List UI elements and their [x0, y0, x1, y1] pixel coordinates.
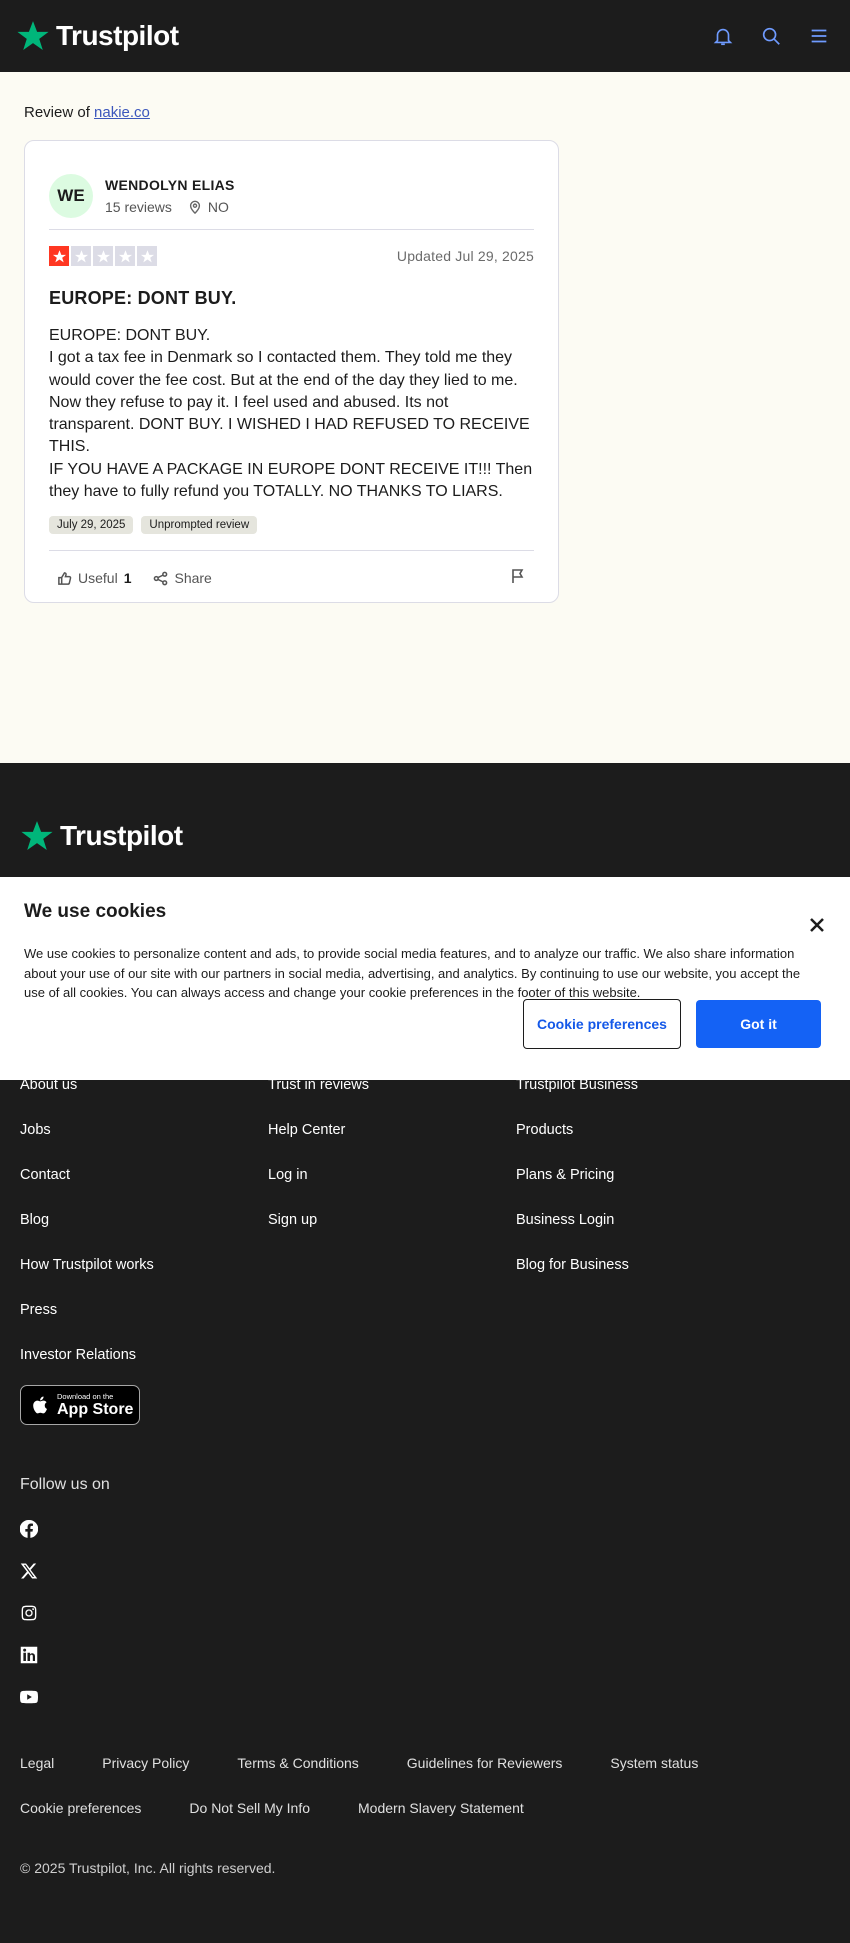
- cookie-banner: We use cookies We use cookies to persona…: [0, 877, 850, 1080]
- appstore-big-text: App Store: [57, 1401, 134, 1418]
- share-icon: [154, 571, 168, 586]
- avatar[interactable]: WE: [49, 173, 93, 218]
- company-link[interactable]: nakie.co: [94, 104, 150, 121]
- cookie-title: We use cookies: [24, 901, 167, 922]
- footer-brand-name: Trustpilot: [60, 820, 183, 851]
- brand-name: Trustpilot: [56, 20, 179, 51]
- footer-link[interactable]: Trustpilot Business: [516, 1075, 638, 1120]
- share-button[interactable]: Share: [153, 570, 212, 587]
- footer-link[interactable]: Investor Relations: [20, 1345, 154, 1390]
- share-label: Share: [174, 570, 212, 587]
- date-tag: July 29, 2025: [49, 516, 134, 535]
- reviewer-name[interactable]: WENDOLYN ELIAS: [105, 177, 235, 193]
- legal-link[interactable]: Cookie preferences: [20, 1800, 141, 1819]
- youtube-icon[interactable]: [20, 1688, 38, 1706]
- legal-link[interactable]: Terms & Conditions: [237, 1755, 358, 1774]
- footer-link[interactable]: How Trustpilot works: [20, 1255, 154, 1300]
- reviewer-review-count: 15 reviews: [105, 198, 172, 215]
- footer-link[interactable]: About us: [20, 1075, 154, 1120]
- linkedin-icon[interactable]: [20, 1646, 38, 1664]
- footer-column-business: Trustpilot Business Products Plans & Pri…: [516, 1075, 638, 1300]
- star-empty-icon: [93, 246, 113, 266]
- review-tags: July 29, 2025 Unprompted review: [49, 516, 534, 535]
- footer-link[interactable]: Log in: [268, 1165, 369, 1210]
- thumbs-up-icon: [58, 571, 72, 585]
- footer-link[interactable]: Business Login: [516, 1210, 638, 1255]
- footer-trustpilot-logo[interactable]: Trustpilot: [20, 819, 183, 853]
- social-links: [20, 1520, 38, 1706]
- useful-label: Useful: [78, 570, 118, 587]
- apple-icon: [33, 1396, 47, 1414]
- top-nav: Trustpilot: [0, 0, 850, 72]
- star-logo-icon: [17, 21, 49, 51]
- review-body: EUROPE: DONT BUY. I got a tax fee in Den…: [49, 327, 533, 501]
- got-it-button[interactable]: Got it: [696, 1000, 821, 1048]
- legal-link[interactable]: Do Not Sell My Info: [189, 1800, 310, 1819]
- follow-heading: Follow us on: [20, 1476, 110, 1493]
- footer-link[interactable]: Plans & Pricing: [516, 1165, 638, 1210]
- legal-link[interactable]: Guidelines for Reviewers: [407, 1755, 563, 1774]
- review-date: Updated Jul 29, 2025: [396, 248, 534, 264]
- useful-count: 1: [123, 570, 132, 587]
- unprompted-tag[interactable]: Unprompted review: [141, 516, 258, 535]
- appstore-small-text: Download on the: [57, 1392, 114, 1401]
- review-of-line: Review of nakie.co: [24, 104, 150, 121]
- star-empty-icon: [115, 246, 135, 266]
- cookie-text: We use cookies to personalize content an…: [24, 946, 801, 1000]
- footer-column-community: Trust in reviews Help Center Log in Sign…: [268, 1075, 369, 1255]
- cookie-close-button[interactable]: [809, 917, 825, 933]
- footer-link[interactable]: Jobs: [20, 1120, 154, 1165]
- reviewer-info[interactable]: WE WENDOLYN ELIAS 15 reviews NO: [49, 141, 534, 226]
- footer-link[interactable]: Contact: [20, 1165, 154, 1210]
- review-of-label: Review of: [24, 104, 90, 121]
- close-icon: [810, 918, 824, 932]
- review-actions: Useful 1 Share: [49, 551, 534, 605]
- instagram-icon[interactable]: [20, 1604, 38, 1622]
- footer-link[interactable]: Sign up: [268, 1210, 369, 1255]
- cookie-preferences-button[interactable]: Cookie preferences: [523, 999, 681, 1049]
- location-pin-icon: [189, 200, 200, 214]
- review-title[interactable]: EUROPE: DONT BUY.: [49, 288, 534, 309]
- footer-column-company: About us Jobs Contact Blog How Trustpilo…: [20, 1075, 154, 1390]
- copyright: © 2025 Trustpilot, Inc. All rights reser…: [20, 1860, 276, 1876]
- footer-link[interactable]: Help Center: [268, 1120, 369, 1165]
- legal-link[interactable]: Privacy Policy: [102, 1755, 189, 1774]
- trustpilot-logo[interactable]: Trustpilot: [16, 19, 179, 53]
- header-actions: [712, 25, 830, 47]
- footer-link[interactable]: Products: [516, 1120, 638, 1165]
- divider: [49, 229, 534, 230]
- star-filled-icon: [49, 246, 69, 266]
- legal-links: Legal Privacy Policy Terms & Conditions …: [20, 1755, 800, 1819]
- footer-link[interactable]: Trust in reviews: [268, 1075, 369, 1120]
- footer-link[interactable]: Blog: [20, 1210, 154, 1255]
- app-store-button[interactable]: Download on the App Store: [20, 1385, 140, 1425]
- x-icon[interactable]: [20, 1562, 38, 1580]
- report-button[interactable]: [510, 568, 526, 589]
- star-empty-icon: [137, 246, 157, 266]
- legal-link[interactable]: System status: [610, 1755, 698, 1774]
- footer-link[interactable]: Press: [20, 1300, 154, 1345]
- star-logo-icon: [21, 821, 53, 851]
- search-icon[interactable]: [760, 25, 782, 47]
- reviewer-country: NO: [207, 198, 229, 215]
- star-rating: [49, 246, 157, 266]
- flag-icon: [512, 569, 524, 583]
- review-card: WE WENDOLYN ELIAS 15 reviews NO Updated …: [24, 140, 559, 603]
- footer-link[interactable]: Blog for Business: [516, 1255, 638, 1300]
- menu-icon[interactable]: [808, 25, 830, 47]
- legal-link[interactable]: Legal: [20, 1755, 54, 1774]
- facebook-icon[interactable]: [20, 1520, 38, 1538]
- bell-icon[interactable]: [712, 25, 734, 47]
- reviewer-location: NO: [188, 199, 229, 215]
- legal-link[interactable]: Modern Slavery Statement: [358, 1800, 524, 1819]
- useful-button[interactable]: Useful 1: [57, 570, 131, 586]
- star-empty-icon: [71, 246, 91, 266]
